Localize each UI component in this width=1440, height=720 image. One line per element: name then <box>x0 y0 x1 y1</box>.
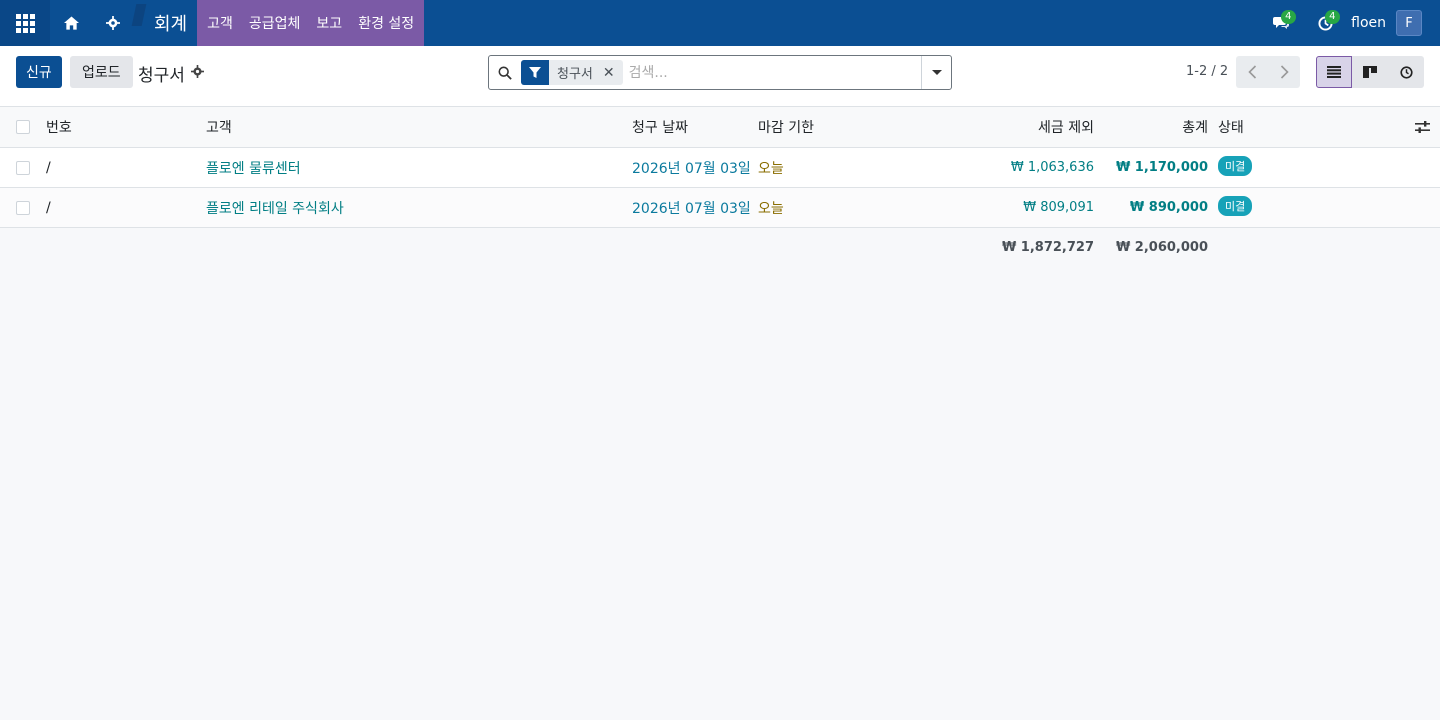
table-row[interactable]: / 플로엔 물류센터 2026년 07월 03일 오늘 ₩ 1,063,636 … <box>0 148 1440 188</box>
cell-due-date: 오늘 <box>758 200 784 217</box>
gear-icon <box>106 16 120 30</box>
chevron-right-icon <box>1280 65 1289 79</box>
column-header-due-date[interactable]: 마감 기한 <box>758 107 814 147</box>
caret-down-icon <box>931 70 942 75</box>
chevron-left-icon <box>1247 65 1256 79</box>
kanban-view-button[interactable] <box>1352 56 1388 88</box>
search-bar: 청구서 ✕ <box>488 55 952 90</box>
invoice-list: 번호 고객 청구 날짜 마감 기한 세금 제외 총계 상태 / 플로엔 물류센터… <box>0 107 1440 266</box>
table-row[interactable]: / 플로엔 리테일 주식회사 2026년 07월 03일 오늘 ₩ 809,09… <box>0 188 1440 228</box>
column-header-invoice-date[interactable]: 청구 날짜 <box>632 107 688 147</box>
new-button[interactable]: 신규 <box>16 56 62 88</box>
table-footer: ₩ 1,872,727 ₩ 2,060,000 <box>0 228 1440 266</box>
gear-icon[interactable] <box>190 65 204 82</box>
app-name: 회계 <box>154 14 188 35</box>
cell-invoice-date: 2026년 07월 03일 <box>632 160 751 177</box>
activities-count-badge: 4 <box>1325 10 1340 24</box>
app-brand[interactable]: 회계 <box>131 0 197 46</box>
upload-button[interactable]: 업로드 <box>70 56 133 88</box>
activity-view-icon <box>1399 65 1413 79</box>
breadcrumb: 청구서 <box>138 61 204 86</box>
apps-menu-button[interactable] <box>0 0 50 46</box>
cell-status: 미결 <box>1218 188 1253 227</box>
systray: 4 4 floen F <box>1259 0 1440 46</box>
messages-button[interactable]: 4 <box>1259 0 1303 46</box>
column-header-total[interactable]: 총계 <box>1182 107 1208 147</box>
search-facet: 청구서 ✕ <box>521 60 623 85</box>
cell-number: / <box>46 159 51 176</box>
column-header-untaxed[interactable]: 세금 제외 <box>1038 107 1094 147</box>
menu-reporting[interactable]: 보고 <box>308 0 350 46</box>
list-view-button[interactable] <box>1316 56 1352 88</box>
cell-total: ₩ 1,170,000 <box>1115 160 1208 175</box>
menu-customers[interactable]: 고객 <box>199 0 241 46</box>
cell-customer[interactable]: 플로엔 리테일 주식회사 <box>206 188 344 227</box>
cell-invoice-date: 2026년 07월 03일 <box>632 200 751 217</box>
pager-value[interactable]: 1-2 / 2 <box>1186 64 1228 79</box>
settings-button[interactable] <box>92 0 134 46</box>
filter-icon <box>521 60 549 85</box>
table-header: 번호 고객 청구 날짜 마감 기한 세금 제외 총계 상태 <box>0 107 1440 148</box>
page-title: 청구서 <box>138 66 185 86</box>
activities-button[interactable]: 4 <box>1303 0 1347 46</box>
close-icon[interactable]: ✕ <box>601 65 623 81</box>
menu-configuration[interactable]: 환경 설정 <box>350 0 422 46</box>
control-panel: 신규 업로드 청구서 청구서 ✕ 1-2 / 2 <box>0 46 1440 107</box>
column-header-status[interactable]: 상태 <box>1218 107 1244 147</box>
home-icon <box>63 16 79 30</box>
cell-status: 미결 <box>1218 148 1253 187</box>
search-input[interactable] <box>628 64 909 81</box>
search-icon <box>489 66 521 80</box>
activity-view-button[interactable] <box>1388 56 1424 88</box>
column-header-number[interactable]: 번호 <box>46 107 72 147</box>
status-badge: 미결 <box>1218 195 1253 216</box>
cell-total: ₩ 890,000 <box>1129 200 1208 215</box>
cell-due-date: 오늘 <box>758 160 784 177</box>
pager-previous-button[interactable] <box>1236 56 1268 88</box>
optional-columns-button[interactable] <box>1415 107 1430 147</box>
main-menu: 고객 공급업체 보고 환경 설정 <box>197 0 425 46</box>
kanban-view-icon <box>1363 66 1377 78</box>
footer-untaxed-sum: ₩ 1,872,727 <box>1001 239 1094 255</box>
footer-total-sum: ₩ 2,060,000 <box>1115 239 1208 255</box>
cell-untaxed: ₩ 809,091 <box>1023 200 1094 215</box>
home-button[interactable] <box>50 0 92 46</box>
cell-number: / <box>46 199 51 216</box>
row-checkbox[interactable] <box>16 148 30 187</box>
facet-label: 청구서 <box>557 67 593 82</box>
pager-next-button[interactable] <box>1268 56 1300 88</box>
messages-count-badge: 4 <box>1281 10 1296 24</box>
top-navbar: 회계 고객 공급업체 보고 환경 설정 4 4 floen F <box>0 0 1440 46</box>
cell-untaxed: ₩ 1,063,636 <box>1010 160 1094 175</box>
avatar[interactable]: F <box>1396 10 1422 36</box>
menu-vendors[interactable]: 공급업체 <box>241 0 309 46</box>
settings-sliders-icon <box>1415 121 1430 133</box>
cell-customer[interactable]: 플로엔 물류센터 <box>206 148 301 187</box>
user-name[interactable]: floen <box>1347 15 1396 31</box>
column-header-customer[interactable]: 고객 <box>206 107 232 147</box>
row-checkbox[interactable] <box>16 188 30 227</box>
search-options-toggle[interactable] <box>921 56 951 89</box>
status-badge: 미결 <box>1218 155 1253 176</box>
apps-grid-icon <box>15 13 35 33</box>
select-all-checkbox[interactable] <box>16 107 30 147</box>
list-view-icon <box>1327 66 1341 78</box>
